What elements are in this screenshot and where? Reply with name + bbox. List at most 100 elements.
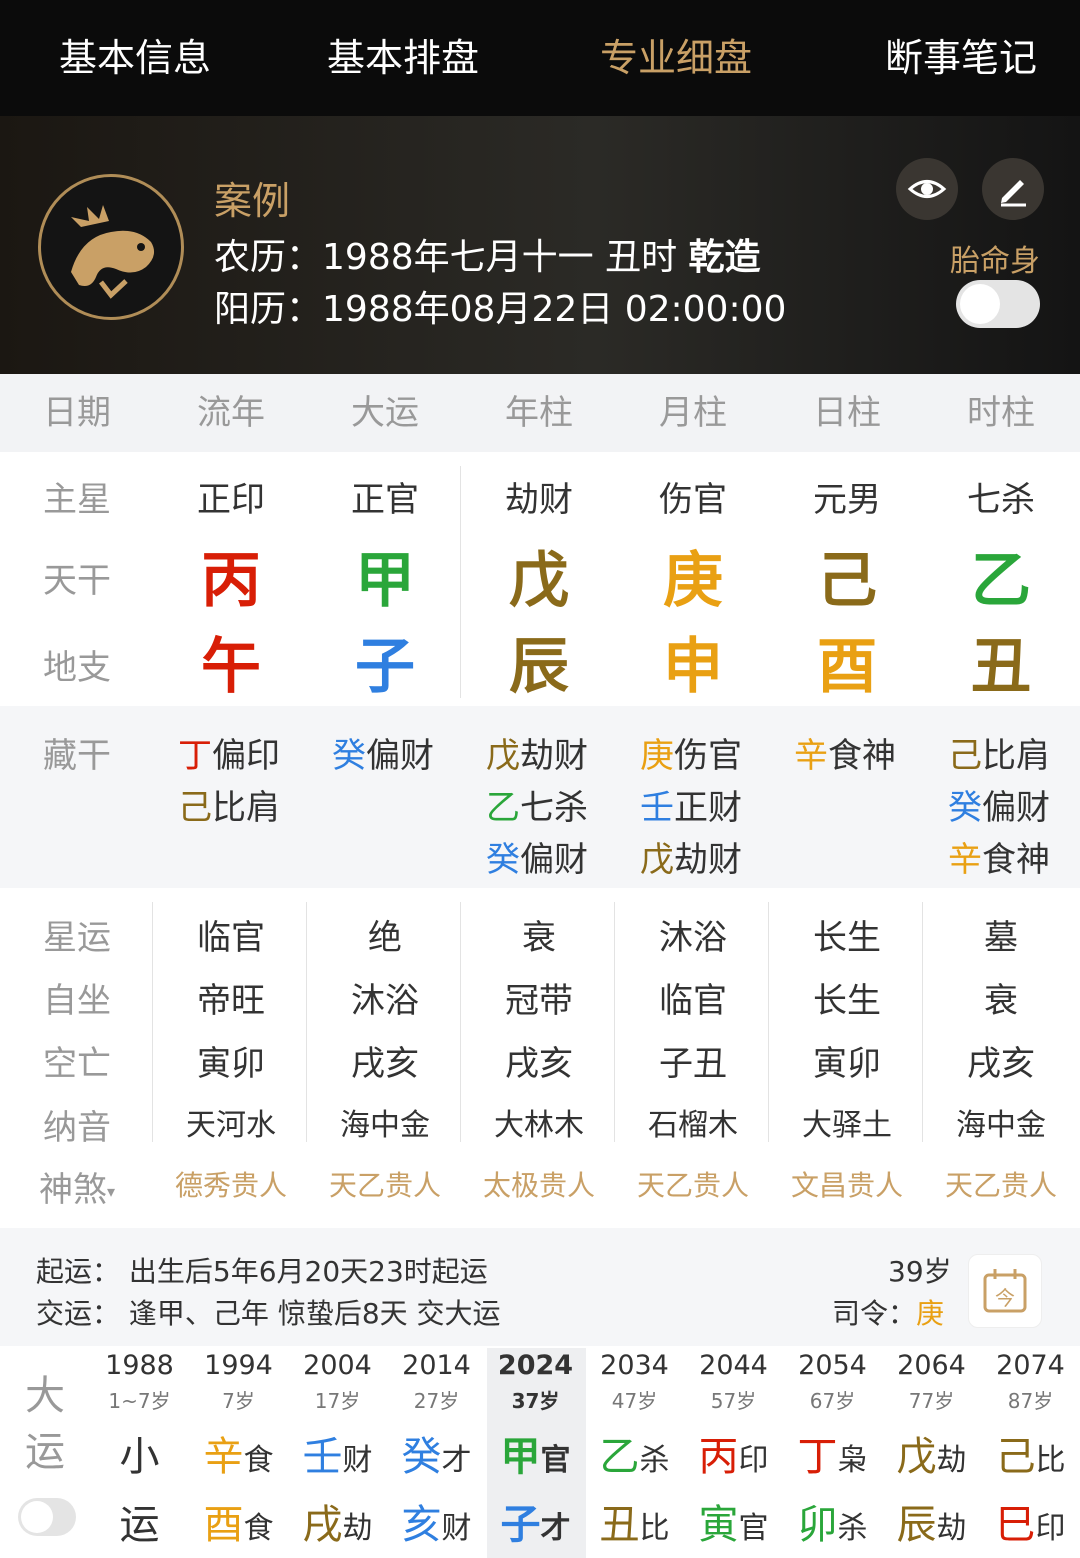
top-nav: 基本信息 基本排盘 专业细盘 断事笔记	[0, 0, 1080, 116]
dayun-column[interactable]: 2014 27岁 癸才 亥财	[387, 1350, 486, 1550]
tab-notes[interactable]: 断事笔记	[826, 0, 1080, 116]
dayun-age: 17岁	[314, 1389, 361, 1413]
jiaoyun-line: 交运： 逢甲、己年 惊蛰后8天 交大运	[36, 1292, 501, 1332]
tab-basic-chart[interactable]: 基本排盘	[268, 0, 538, 116]
shensha-cell[interactable]: 文昌贵人	[770, 1164, 924, 1204]
shensha-cell[interactable]: 天乙贵人	[924, 1164, 1078, 1204]
tiangan-month: 庚	[663, 546, 723, 616]
dayun-column[interactable]: 2044 57岁 丙印 寅官	[684, 1350, 783, 1550]
view-button[interactable]	[896, 158, 958, 220]
pencil-icon	[1001, 180, 1026, 207]
kongwang-cell: 寅卯	[813, 1044, 881, 1084]
dayun-age: 37岁	[511, 1389, 560, 1413]
dayun-shishen: 劫	[342, 1511, 373, 1546]
zizuo-cell: 衰	[984, 981, 1018, 1021]
dayun-column[interactable]: 2074 87岁 己比 巳印	[981, 1350, 1080, 1550]
shensha-cell[interactable]: 天乙贵人	[616, 1164, 770, 1204]
dayun-stem-row: 丙印	[684, 1424, 783, 1482]
dayun-branch-row: 巳印	[981, 1492, 1080, 1550]
xingyun-cell: 临官	[197, 918, 265, 958]
dayun-shishen: 财	[342, 1443, 373, 1478]
shensha-cell[interactable]: 太极贵人	[462, 1164, 616, 1204]
nayin-cell: 石榴木	[648, 1108, 738, 1143]
zhuxing-cell: 正官	[351, 480, 419, 520]
edit-button[interactable]	[982, 158, 1044, 220]
dragon-icon	[71, 205, 155, 299]
dayun-column[interactable]: 2054 67岁 丁枭 卯杀	[783, 1350, 882, 1550]
dayun-column[interactable]: 2004 17岁 壬财 戌劫	[288, 1350, 387, 1550]
dayun-shishen: 比	[1035, 1443, 1066, 1478]
canggan-stem: 己	[948, 736, 982, 776]
taimingshen-toggle[interactable]	[956, 280, 1040, 328]
tab-basic-info[interactable]: 基本信息	[0, 0, 270, 116]
canggan-shishen: 偏财	[520, 840, 588, 880]
dayun-column[interactable]: 2064 77岁 戊劫 辰劫	[882, 1350, 981, 1550]
label-zhuxing: 主星	[43, 480, 111, 520]
tab-pro-chart[interactable]: 专业细盘	[541, 0, 811, 116]
shensha-dropdown[interactable]: 神煞▾	[18, 1162, 136, 1211]
canggan-shishen: 劫财	[520, 736, 588, 776]
dayun-age: 47岁	[611, 1389, 658, 1413]
tiangan-day: 己	[817, 546, 877, 616]
divider	[152, 902, 153, 1142]
lunar-value: 1988年七月十一 丑时	[322, 237, 678, 278]
dayun-year: 2054	[798, 1350, 867, 1381]
canggan-item: 庚伤官	[616, 728, 770, 777]
dayun-age: 57岁	[710, 1389, 757, 1413]
nayin-cell: 天河水	[186, 1108, 276, 1143]
canggan-shishen: 偏印	[212, 736, 280, 776]
eye-icon	[907, 180, 947, 198]
dayun-shishen: 才	[540, 1511, 571, 1546]
canggan-shishen: 伤官	[674, 736, 742, 776]
canggan-stem: 戊	[640, 840, 674, 880]
jiaoyun-value: 逢甲、己年 惊蛰后8天 交大运	[128, 1297, 501, 1330]
canggan-stem: 庚	[640, 736, 674, 776]
col-year-pillar: 年柱	[505, 393, 573, 433]
dayun-year: 1988	[105, 1350, 174, 1381]
dayun-branch: 巳	[995, 1502, 1036, 1548]
dizhi-liunian: 午	[201, 632, 261, 702]
dayun-shishen: 食	[243, 1443, 274, 1478]
calendar-button[interactable]: 今	[968, 1254, 1042, 1328]
dayun-year: 1994	[204, 1350, 273, 1381]
dayun-age: 77岁	[908, 1389, 955, 1413]
zhuxing-cell: 元男	[813, 480, 881, 520]
dayun-label: 大运	[25, 1373, 65, 1475]
zizuo-cell: 沐浴	[351, 981, 419, 1021]
dayun-stem-row: 己比	[981, 1424, 1080, 1482]
dayun-age: 1~7岁	[108, 1389, 171, 1413]
caret-down-icon: ▾	[106, 1182, 116, 1201]
shensha-cell[interactable]: 天乙贵人	[308, 1164, 462, 1204]
dayun-stem: 癸	[401, 1434, 442, 1480]
dayun-shishen: 枭	[837, 1443, 868, 1478]
qiyun-value: 出生后5年6月20天23时起运	[128, 1255, 488, 1288]
dizhi-hour: 丑	[971, 632, 1031, 702]
dayun-year: 2044	[699, 1350, 768, 1381]
canggan-shishen: 偏财	[366, 736, 434, 776]
dayun-year: 2064	[897, 1350, 966, 1381]
solar-label: 阳历：	[214, 289, 323, 330]
dayun-branch: 亥	[401, 1502, 442, 1548]
dayun-shishen: 杀	[639, 1443, 670, 1478]
canggan-item: 己比肩	[154, 780, 308, 829]
dayun-toggle[interactable]	[18, 1498, 76, 1536]
xingyun-cell: 长生	[813, 918, 881, 958]
dayun-branch: 辰	[896, 1502, 937, 1548]
shensha-cell[interactable]: 德秀贵人	[154, 1164, 308, 1204]
dayun-stem-row: 壬财	[288, 1424, 387, 1482]
zhuxing-cell: 正印	[197, 480, 265, 520]
dayun-column[interactable]: 2034 47岁 乙杀 丑比	[585, 1350, 684, 1550]
current-age: 39岁	[888, 1255, 952, 1288]
canggan-stem: 己	[178, 788, 212, 828]
canggan-stem: 癸	[486, 840, 520, 880]
dayun-column[interactable]: 1988 1~7岁小运	[90, 1350, 189, 1550]
dayun-column[interactable]: 1994 7岁 辛食 酉食	[189, 1350, 288, 1550]
dayun-age: 27岁	[413, 1389, 460, 1413]
dayun-branch: 戌	[302, 1502, 343, 1548]
dayun-branch: 卯	[797, 1502, 838, 1548]
dizhi-year: 辰	[509, 632, 569, 702]
dizhi-day: 酉	[817, 632, 877, 702]
canggan-stem: 丁	[178, 736, 212, 776]
dayun-column[interactable]: 2024 37岁 甲官 子才	[486, 1350, 585, 1550]
dayun-year: 2034	[600, 1350, 669, 1381]
